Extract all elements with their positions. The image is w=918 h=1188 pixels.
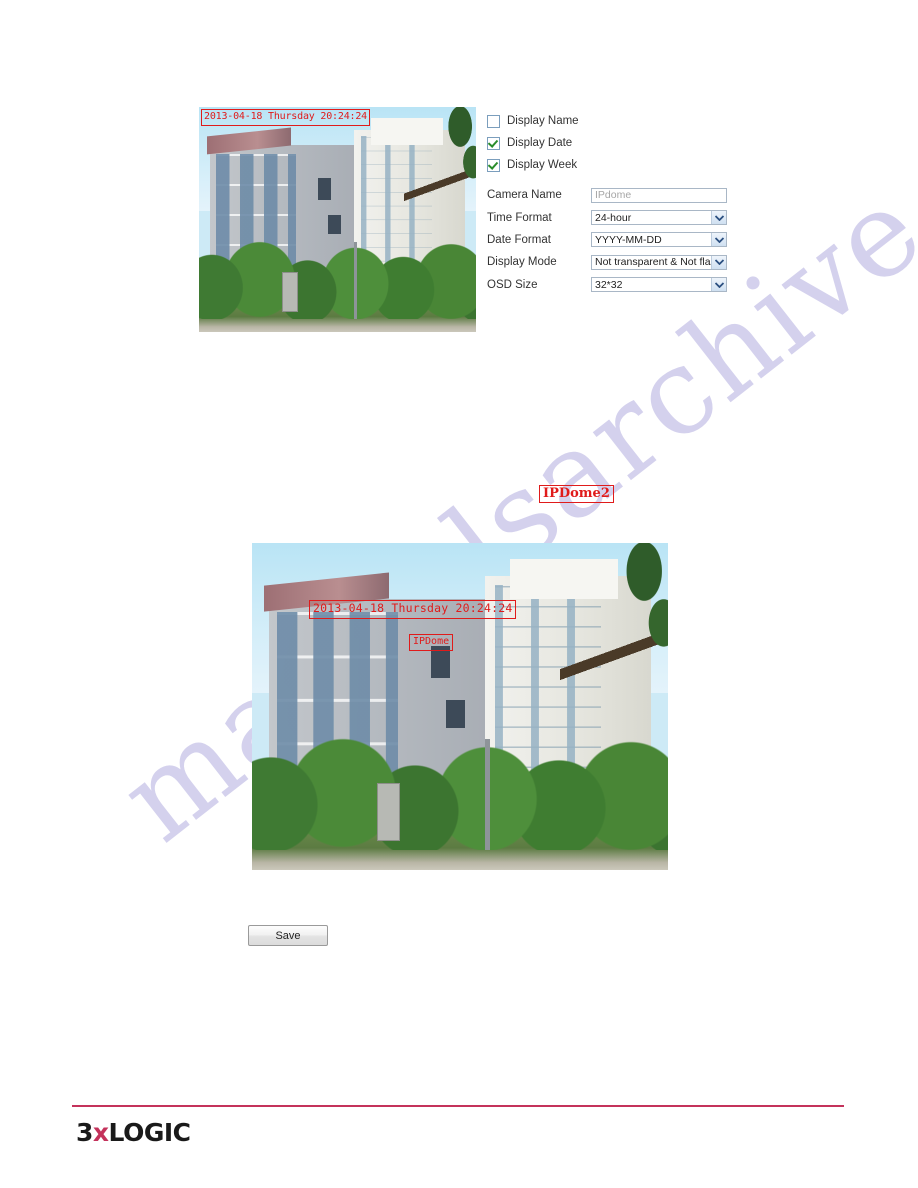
chevron-down-icon[interactable] bbox=[711, 255, 726, 269]
time-format-label: Time Format bbox=[487, 211, 552, 224]
camera-name-input[interactable]: IPdome bbox=[591, 187, 727, 203]
chevron-down-icon[interactable] bbox=[711, 233, 726, 247]
checkbox-row-display-date[interactable]: Display Date bbox=[487, 132, 737, 154]
field-row-osd-size: OSD Size 32*32 bbox=[487, 274, 737, 296]
display-mode-select[interactable]: Not transparent & Not flash bbox=[591, 254, 727, 270]
field-row-camera-name: Camera Name IPdome bbox=[487, 184, 737, 206]
field-row-time-format: Time Format 24-hour bbox=[487, 206, 737, 228]
display-date-label: Display Date bbox=[507, 137, 573, 149]
display-name-checkbox[interactable] bbox=[487, 114, 500, 128]
foreground-branch bbox=[403, 107, 476, 269]
footer-divider bbox=[72, 1105, 844, 1107]
sign-box bbox=[282, 271, 298, 312]
display-mode-value: Not transparent & Not flash bbox=[595, 256, 711, 269]
osd-datetime-overlay[interactable]: 2013-04-18 Thursday 20:24:24 bbox=[309, 600, 517, 619]
brand-logo: 3xLOGIC bbox=[76, 1118, 191, 1147]
display-mode-label: Display Mode bbox=[487, 256, 557, 269]
display-name-label: Display Name bbox=[507, 115, 579, 127]
lamp-post bbox=[354, 242, 358, 319]
osd-camera-name-overlay[interactable]: IPDome bbox=[409, 634, 454, 651]
osd-floating-name-overlay[interactable]: IPDome2 bbox=[539, 485, 614, 503]
display-date-checkbox[interactable] bbox=[487, 136, 500, 150]
osd-size-value: 32*32 bbox=[595, 278, 623, 291]
logo-suffix: LOGIC bbox=[108, 1118, 191, 1147]
date-format-value: YYYY-MM-DD bbox=[595, 233, 662, 246]
date-format-label: Date Format bbox=[487, 233, 551, 246]
field-row-date-format: Date Format YYYY-MM-DD bbox=[487, 229, 737, 251]
display-week-checkbox[interactable] bbox=[487, 158, 500, 172]
lamp-post bbox=[484, 739, 490, 851]
logo-x: x bbox=[92, 1118, 109, 1147]
time-format-value: 24-hour bbox=[595, 211, 632, 224]
camera-preview-small bbox=[199, 107, 476, 332]
osd-size-label: OSD Size bbox=[487, 278, 538, 291]
osd-datetime-overlay[interactable]: 2013-04-18 Thursday 20:24:24 bbox=[201, 109, 370, 126]
chevron-down-icon[interactable] bbox=[711, 211, 726, 225]
sign-box bbox=[376, 783, 400, 841]
camera-name-value: IPdome bbox=[595, 189, 632, 202]
date-format-select[interactable]: YYYY-MM-DD bbox=[591, 232, 727, 248]
osd-size-select[interactable]: 32*32 bbox=[591, 277, 727, 293]
camera-name-label: Camera Name bbox=[487, 189, 562, 202]
osd-settings-form: Display Name Display Date Display Week C… bbox=[487, 110, 737, 296]
foreground-branch bbox=[559, 543, 668, 779]
time-format-select[interactable]: 24-hour bbox=[591, 210, 727, 226]
save-button[interactable]: Save bbox=[248, 925, 328, 946]
chevron-down-icon[interactable] bbox=[711, 278, 726, 292]
logo-prefix: 3 bbox=[76, 1118, 93, 1147]
field-row-display-mode: Display Mode Not transparent & Not flash bbox=[487, 251, 737, 273]
camera-preview-large bbox=[252, 543, 668, 870]
display-week-label: Display Week bbox=[507, 159, 578, 171]
checkbox-row-display-name[interactable]: Display Name bbox=[487, 110, 737, 132]
dark-window bbox=[318, 177, 332, 201]
checkbox-row-display-week[interactable]: Display Week bbox=[487, 154, 737, 176]
